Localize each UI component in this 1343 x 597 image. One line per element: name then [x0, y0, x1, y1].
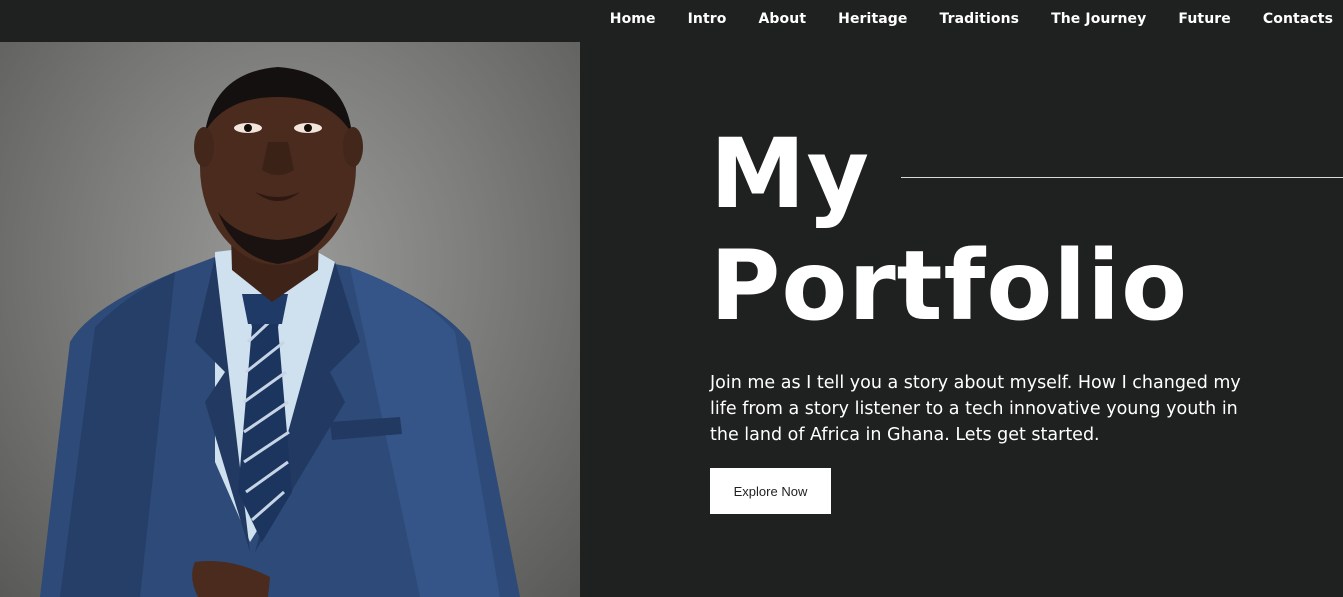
hero-description: Join me as I tell you a story about myse… — [710, 373, 1241, 445]
nav-the-journey[interactable]: The Journey — [1051, 11, 1146, 27]
explore-now-button[interactable]: Explore Now — [710, 468, 831, 514]
nav-future[interactable]: Future — [1178, 11, 1231, 27]
page-title: My Portfolio — [710, 118, 1188, 342]
title-line-1: My — [710, 118, 871, 230]
nav-intro[interactable]: Intro — [688, 11, 727, 27]
nav-about[interactable]: About — [758, 11, 806, 27]
portrait-illustration — [40, 67, 520, 597]
nav-heritage[interactable]: Heritage — [838, 11, 907, 27]
title-divider — [901, 177, 1343, 178]
nav-traditions[interactable]: Traditions — [940, 11, 1020, 27]
title-line-2: Portfolio — [710, 230, 1189, 342]
hero-page: Home Intro About Heritage Traditions The… — [0, 0, 1343, 597]
portrait-photo — [0, 42, 580, 597]
nav-home[interactable]: Home — [610, 11, 656, 27]
top-navigation: Home Intro About Heritage Traditions The… — [0, 0, 1343, 38]
nav-contacts[interactable]: Contacts — [1263, 11, 1333, 27]
